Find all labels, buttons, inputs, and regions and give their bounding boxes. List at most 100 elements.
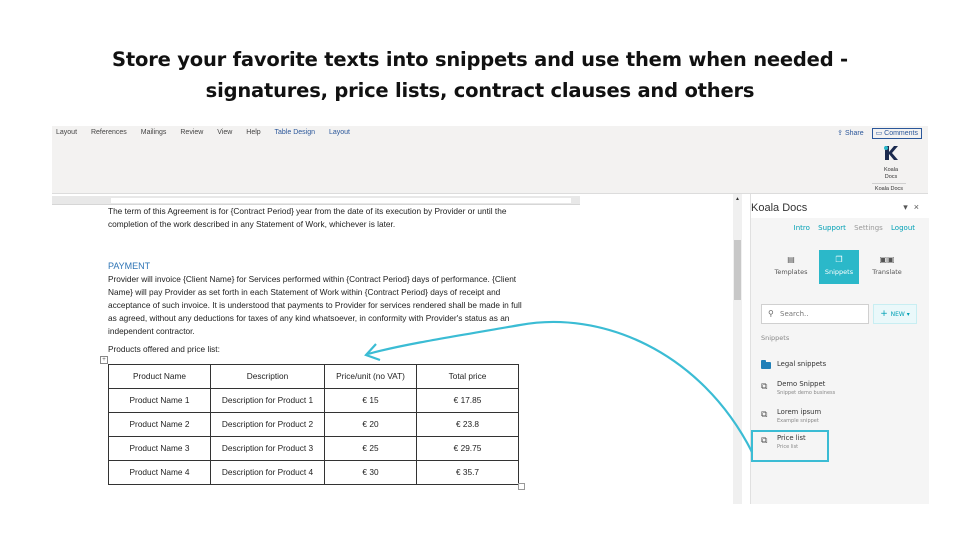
ribbon-group-label: Koala Docs	[872, 183, 906, 192]
share-icon: ⇪	[837, 130, 845, 137]
table-cell[interactable]: € 30	[324, 460, 417, 485]
table-cell[interactable]: € 23.8	[416, 412, 519, 437]
search-placeholder: Search..	[780, 310, 809, 318]
tab-layout[interactable]: Layout	[56, 129, 77, 136]
tab-table-design[interactable]: Table Design	[275, 129, 315, 136]
table-move-handle-icon[interactable]: +	[100, 356, 108, 364]
share-button[interactable]: ⇪ Share	[837, 130, 864, 137]
table-cell[interactable]: € 15	[324, 388, 417, 413]
chevron-down-icon: ▾	[906, 311, 910, 318]
folder-icon	[761, 360, 771, 369]
tab-table-layout[interactable]: Layout	[329, 129, 350, 136]
tab-mailings[interactable]: Mailings	[141, 129, 167, 136]
table-cell[interactable]: Product Name 4	[108, 460, 211, 485]
paragraph-payment: Provider will invoice {Client Name} for …	[108, 274, 522, 336]
comment-icon: ▭	[875, 130, 885, 137]
scroll-thumb[interactable]	[734, 240, 741, 300]
table-cell[interactable]: € 17.85	[416, 388, 519, 413]
snippet-title: Lorem ipsum	[777, 408, 822, 416]
new-snippet-button[interactable]: + NEW ▾	[873, 304, 917, 324]
table-cell[interactable]: Product Name 1	[108, 388, 211, 413]
snippets-button[interactable]: ❐ Snippets	[819, 250, 859, 284]
table-cell[interactable]: Description for Product 4	[210, 460, 325, 485]
paragraph-price-list: Products offered and price list:	[108, 344, 220, 354]
ruler-page-area	[111, 198, 571, 203]
highlight-box	[751, 430, 829, 462]
translate-icon: ▣▣	[879, 255, 895, 264]
snippet-title: Demo Snippet	[777, 380, 826, 388]
horizontal-ruler	[52, 196, 580, 205]
tab-view[interactable]: View	[217, 129, 232, 136]
new-label: NEW	[890, 311, 905, 318]
table-cell[interactable]: Description for Product 1	[210, 388, 325, 413]
link-settings[interactable]: Settings	[854, 224, 883, 232]
table-cell[interactable]: Description for Product 3	[210, 436, 325, 461]
table-cell[interactable]: € 35.7	[416, 460, 519, 485]
table-cell[interactable]: € 25	[324, 436, 417, 461]
addin-label-2: Docs	[884, 174, 898, 180]
tab-references[interactable]: References	[91, 129, 127, 136]
snippet-icon: ⧉	[761, 410, 768, 420]
table-header-row: Product Name Description Price/unit (no …	[108, 364, 519, 389]
header-cell[interactable]: Total price	[416, 364, 519, 389]
section-label: Snippets	[761, 334, 790, 342]
table-cell[interactable]: € 29.75	[416, 436, 519, 461]
taskpane-controls: ▾×	[903, 202, 925, 213]
table-row: Product Name 3 Description for Product 3…	[108, 436, 519, 461]
scroll-up-icon[interactable]: ▲	[734, 196, 741, 203]
header-cell[interactable]: Description	[210, 364, 325, 389]
templates-label: Templates	[774, 268, 808, 276]
translate-button[interactable]: ▣▣ Translate	[867, 250, 907, 284]
table-cell[interactable]: Product Name 2	[108, 412, 211, 437]
word-ribbon: Layout References Mailings Review View H…	[52, 126, 928, 194]
ribbon-actions: ⇪ Share ▭ Comments	[837, 128, 922, 139]
taskpane-title: Koala Docs	[751, 202, 808, 214]
snippet-item[interactable]: ⧉ Lorem ipsum Example snippet	[761, 408, 921, 430]
snippet-icon: ⧉	[761, 382, 768, 392]
table-resize-handle[interactable]	[518, 483, 525, 490]
plus-icon: +	[880, 309, 891, 319]
snippet-subtitle: Snippet demo business	[777, 390, 836, 396]
table-cell[interactable]: € 20	[324, 412, 417, 437]
header-cell[interactable]: Price/unit (no VAT)	[324, 364, 417, 389]
pane-scrollbar[interactable]: ▲	[733, 194, 742, 504]
link-intro[interactable]: Intro	[794, 224, 810, 232]
taskpane-links: Intro Support Settings Logout	[788, 224, 915, 232]
snippet-item[interactable]: ⧉ Demo Snippet Snippet demo business	[761, 380, 921, 402]
link-logout[interactable]: Logout	[891, 224, 915, 232]
headline-line-2: signatures, price lists, contract clause…	[205, 79, 755, 102]
link-support[interactable]: Support	[818, 224, 846, 232]
koala-docs-taskpane: Koala Docs ▾× Intro Support Settings Log…	[750, 194, 929, 504]
heading-payment: PAYMENT	[108, 261, 151, 271]
snippets-label: Snippets	[824, 268, 854, 276]
headline: Store your favorite texts into snippets …	[0, 44, 960, 106]
headline-line-1: Store your favorite texts into snippets …	[112, 48, 848, 71]
snippet-subtitle: Example snippet	[777, 418, 819, 424]
close-icon[interactable]: ×	[914, 202, 925, 212]
tab-help[interactable]: Help	[246, 129, 260, 136]
addin-label-1: Koala	[883, 167, 899, 173]
price-table[interactable]: Product Name Description Price/unit (no …	[108, 364, 519, 485]
folder-item[interactable]: Legal snippets	[761, 360, 921, 374]
chevron-down-icon[interactable]: ▾	[903, 202, 914, 212]
paragraph-term: The term of this Agreement is for {Contr…	[108, 206, 507, 229]
document-icon: ▤	[787, 255, 795, 264]
comments-button[interactable]: ▭ Comments	[871, 128, 922, 139]
snippets-icon: ❐	[835, 255, 843, 264]
koala-docs-addin-button[interactable]: Koala Docs	[876, 144, 906, 181]
templates-button[interactable]: ▤ Templates	[771, 250, 811, 284]
tab-review[interactable]: Review	[180, 129, 203, 136]
table-row: Product Name 4 Description for Product 4…	[108, 460, 519, 485]
folder-label: Legal snippets	[777, 360, 827, 368]
share-label: Share	[844, 130, 864, 137]
table-cell[interactable]: Product Name 3	[108, 436, 211, 461]
ribbon-tabs: Layout References Mailings Review View H…	[56, 129, 362, 136]
header-cell[interactable]: Product Name	[108, 364, 211, 389]
document-page[interactable]: The term of this Agreement is for {Contr…	[100, 205, 528, 505]
table-row: Product Name 1 Description for Product 1…	[108, 388, 519, 413]
table-row: Product Name 2 Description for Product 2…	[108, 412, 519, 437]
koala-logo-icon	[884, 146, 898, 160]
search-input[interactable]: ⚲ Search..	[761, 304, 869, 324]
table-cell[interactable]: Description for Product 2	[210, 412, 325, 437]
comments-label: Comments	[884, 130, 918, 137]
